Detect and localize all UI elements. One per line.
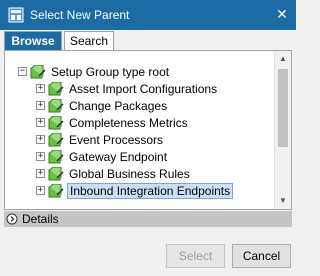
tree-node-label: Completeness Metrics: [69, 116, 188, 130]
title-bar: Select New Parent ✕: [0, 0, 296, 30]
cancel-button[interactable]: Cancel: [232, 244, 291, 268]
expand-icon[interactable]: +: [36, 101, 45, 110]
expand-icon[interactable]: +: [36, 84, 45, 93]
setup-group-icon: [48, 82, 64, 96]
vertical-scrollbar[interactable]: ▲ ▼: [274, 51, 291, 209]
scroll-up-icon[interactable]: ▲: [275, 51, 291, 67]
setup-group-icon: [48, 99, 64, 113]
close-icon[interactable]: ✕: [268, 0, 296, 30]
tab-browse[interactable]: Browse: [4, 31, 62, 51]
setup-group-icon: [48, 167, 64, 181]
expand-icon[interactable]: +: [36, 186, 45, 195]
tree-node-label: Setup Group type root: [51, 65, 170, 79]
setup-group-icon: [48, 150, 64, 164]
dialog-title: Select New Parent: [30, 8, 130, 22]
tree-node-label: Event Processors: [69, 133, 164, 147]
expand-icon[interactable]: +: [36, 135, 45, 144]
tree-view[interactable]: − Setup Group type root + Asset Import C…: [4, 50, 292, 210]
tree-node-label: Inbound Integration Endpoints: [67, 183, 234, 199]
scroll-down-icon[interactable]: ▼: [275, 193, 291, 209]
setup-group-icon: [48, 133, 64, 147]
details-label: Details: [22, 212, 59, 226]
scroll-thumb[interactable]: [278, 69, 288, 147]
expand-icon[interactable]: +: [36, 152, 45, 161]
expand-icon[interactable]: +: [36, 118, 45, 127]
tree-content: − Setup Group type root + Asset Import C…: [5, 51, 275, 209]
setup-group-icon: [48, 184, 64, 198]
app-icon: [8, 7, 24, 23]
tree-node-label: Gateway Endpoint: [69, 150, 168, 164]
expand-icon[interactable]: +: [36, 169, 45, 178]
setup-group-icon: [30, 65, 46, 79]
select-button[interactable]: Select: [166, 244, 225, 268]
tab-search[interactable]: Search: [64, 31, 114, 51]
expand-arrow-icon[interactable]: [6, 213, 18, 225]
details-expander[interactable]: Details: [4, 211, 292, 227]
tree-node-label: Global Business Rules: [69, 167, 190, 181]
collapse-icon[interactable]: −: [18, 67, 27, 76]
setup-group-icon: [48, 116, 64, 130]
tree-node-label: Asset Import Configurations: [69, 82, 218, 96]
tree-node-label: Change Packages: [69, 99, 168, 113]
